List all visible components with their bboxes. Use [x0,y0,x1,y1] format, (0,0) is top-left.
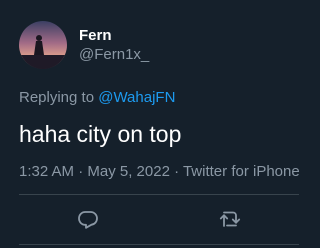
retweet-button[interactable] [218,207,242,231]
retweet-icon [219,211,241,227]
divider [19,194,299,195]
reply-mention-link[interactable]: @WahajFN [98,89,175,106]
avatar-image [19,21,67,69]
author-handle[interactable]: @Fern1x_ [79,46,149,64]
reply-button[interactable] [76,207,100,231]
author-display-name[interactable]: Fern [79,27,112,45]
tweet-meta[interactable]: 1:32 AM · May 5, 2022 · Twitter for iPho… [19,163,300,181]
tweet-text: haha city on top [19,121,182,147]
reply-icon [78,211,98,229]
replying-to-line: Replying to @WahajFN [19,89,175,107]
divider [19,244,299,245]
avatar[interactable] [19,21,67,69]
replying-to-label: Replying to [19,89,99,106]
